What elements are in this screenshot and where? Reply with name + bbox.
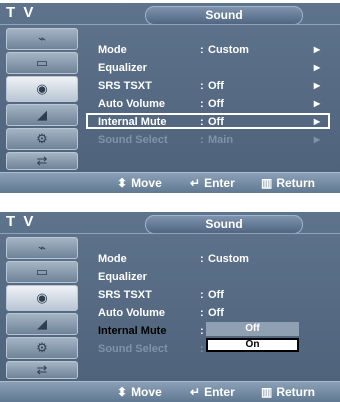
menu-item-internal-mute[interactable]: Internal Mute: Off ▶ bbox=[86, 113, 330, 130]
divider bbox=[0, 233, 340, 234]
menu-item-sound-select[interactable]: Sound Select: Main ▶ bbox=[98, 132, 328, 148]
move-hint: ⬍ Move bbox=[117, 176, 162, 190]
menu-item-auto-volume[interactable]: Auto Volume: Off ▶ bbox=[98, 96, 328, 112]
enter-hint: ↵ Enter bbox=[190, 176, 235, 190]
dropdown-option-off[interactable]: Off bbox=[206, 322, 299, 336]
sidebar: ⌁ ▭ ◉ ◢ ⚙ ⇄ bbox=[0, 235, 85, 381]
input-icon[interactable]: ⇄ bbox=[6, 152, 78, 170]
updown-icon: ⬍ bbox=[117, 176, 128, 190]
return-icon: ▥ bbox=[261, 176, 273, 190]
input-icon[interactable]: ⇄ bbox=[6, 361, 78, 379]
antenna-icon[interactable]: ⌁ bbox=[6, 237, 78, 259]
menu-title: Sound bbox=[145, 6, 303, 25]
menu-title: Sound bbox=[145, 215, 303, 234]
channel-icon[interactable]: ◢ bbox=[6, 104, 78, 126]
picture-icon[interactable]: ▭ bbox=[6, 261, 78, 283]
footer-bar: ⬍ Move ↵ Enter ▥ Return bbox=[0, 381, 340, 402]
menu-item-equalizer[interactable]: Equalizer bbox=[98, 269, 328, 285]
menu-item-auto-volume[interactable]: Auto Volume: Off bbox=[98, 305, 328, 321]
menu-item-mode[interactable]: Mode: Custom ▶ bbox=[98, 42, 328, 58]
antenna-icon[interactable]: ⌁ bbox=[6, 28, 78, 50]
sidebar: ⌁ ▭ ◉ ◢ ⚙ ⇄ bbox=[0, 26, 85, 172]
enter-hint: ↵ Enter bbox=[190, 385, 235, 399]
setup-icon[interactable]: ⚙ bbox=[6, 128, 78, 150]
tv-label: T V bbox=[6, 213, 36, 230]
setup-icon[interactable]: ⚙ bbox=[6, 337, 78, 359]
return-hint: ▥ Return bbox=[261, 385, 316, 399]
return-hint: ▥ Return bbox=[261, 176, 316, 190]
tv-label: T V bbox=[6, 4, 36, 21]
sound-menu-screen-2: T V Sound ⌁ ▭ ◉ ◢ ⚙ ⇄ Mode: Custom Equal… bbox=[0, 212, 340, 402]
return-icon: ▥ bbox=[261, 385, 273, 399]
enter-icon: ↵ bbox=[190, 176, 201, 190]
menu-item-srs-tsxt[interactable]: SRS TSXT: Off ▶ bbox=[98, 78, 328, 94]
channel-icon[interactable]: ◢ bbox=[6, 313, 78, 335]
internal-mute-dropdown: Off On bbox=[206, 322, 299, 352]
enter-icon: ↵ bbox=[190, 385, 201, 399]
move-hint: ⬍ Move bbox=[117, 385, 162, 399]
speaker-icon[interactable]: ◉ bbox=[6, 285, 78, 311]
menu-item-mode[interactable]: Mode: Custom bbox=[98, 251, 328, 267]
menu-item-equalizer[interactable]: Equalizer ▶ bbox=[98, 60, 328, 76]
sound-menu-screen-1: T V Sound ⌁ ▭ ◉ ◢ ⚙ ⇄ Mode: Custom ▶ Equa… bbox=[0, 3, 340, 193]
picture-icon[interactable]: ▭ bbox=[6, 52, 78, 74]
divider bbox=[0, 24, 340, 25]
updown-icon: ⬍ bbox=[117, 385, 128, 399]
speaker-icon[interactable]: ◉ bbox=[6, 76, 78, 102]
menu-item-srs-tsxt[interactable]: SRS TSXT: Off bbox=[98, 287, 328, 303]
dropdown-option-on[interactable]: On bbox=[206, 338, 299, 352]
footer-bar: ⬍ Move ↵ Enter ▥ Return bbox=[0, 172, 340, 193]
